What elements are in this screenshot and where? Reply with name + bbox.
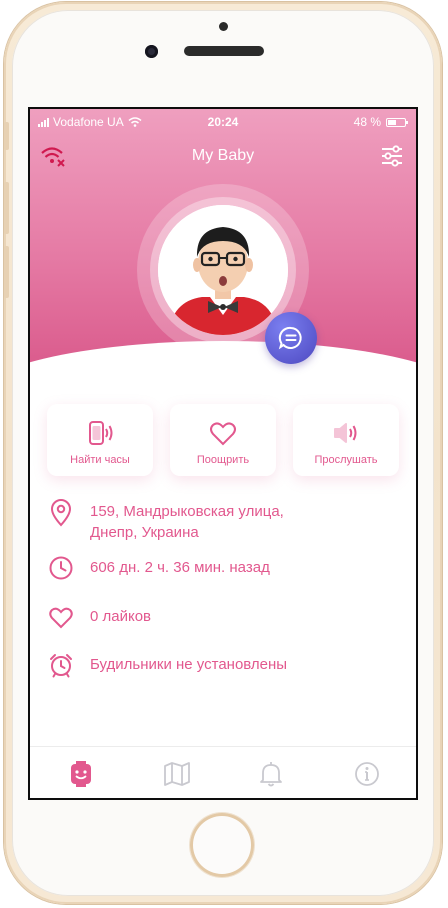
alarms-row: Будильники не установлены [48, 652, 408, 680]
listen-label: Прослушать [314, 454, 378, 466]
last-seen-row: 606 дн. 2 ч. 36 мин. назад [48, 555, 408, 583]
likes-row: 0 лайков [48, 604, 408, 632]
listen-button[interactable]: Прослушать [293, 404, 399, 476]
tab-info[interactable] [352, 759, 382, 789]
location-pin-icon [50, 499, 72, 527]
clock-icon [49, 556, 73, 580]
home-button[interactable] [190, 813, 254, 877]
screen-bezel: Vodafone UA 20:24 48 % My Baby Найти час… [28, 107, 418, 800]
proximity-sensor [219, 22, 228, 31]
heart-icon [210, 422, 236, 446]
alarms-text: Будильники не установлены [90, 656, 288, 673]
last-seen-text: 606 дн. 2 ч. 36 мин. назад [90, 559, 270, 576]
tab-notifications[interactable] [256, 759, 286, 789]
chat-button[interactable] [265, 312, 317, 364]
heart-outline-icon [49, 607, 73, 629]
battery-icon [386, 117, 408, 127]
status-bar: Vodafone UA 20:24 48 % [30, 109, 416, 133]
front-camera [145, 45, 158, 58]
settings-sliders-icon[interactable] [380, 145, 404, 167]
tab-bar [30, 746, 416, 798]
info-icon [355, 762, 379, 786]
address-row: 159, Мандрыковская улица, Днепр, Украина [48, 499, 408, 549]
app-screen: Vodafone UA 20:24 48 % My Baby Найти час… [30, 109, 416, 798]
bell-icon [260, 762, 282, 787]
address-line-1: 159, Мандрыковская улица, [90, 503, 284, 520]
likes-text: 0 лайков [90, 608, 152, 625]
volume-up-button [4, 182, 9, 234]
page-title: My Baby [191, 147, 255, 164]
nav-bar: My Baby [30, 143, 416, 171]
address-line-2: Днепр, Украина [90, 524, 199, 541]
find-watch-label: Найти часы [70, 454, 130, 466]
watch-signal-icon [89, 421, 113, 445]
map-icon [164, 762, 190, 786]
watch-face-icon [71, 761, 91, 787]
find-watch-button[interactable]: Найти часы [47, 404, 153, 476]
mute-switch [4, 122, 9, 150]
tab-map[interactable] [162, 759, 192, 789]
praise-label: Поощрить [196, 454, 250, 466]
action-row: Найти часы Поощрить Прослушать [47, 404, 399, 479]
volume-down-button [4, 246, 9, 298]
tab-watch[interactable] [66, 759, 96, 789]
praise-button[interactable]: Поощрить [170, 404, 276, 476]
battery-percent: 48 % [353, 115, 381, 129]
speaker-icon [334, 423, 357, 443]
chat-bubble-icon [278, 326, 302, 350]
alarm-clock-icon [50, 654, 72, 678]
earpiece-speaker [184, 46, 264, 56]
